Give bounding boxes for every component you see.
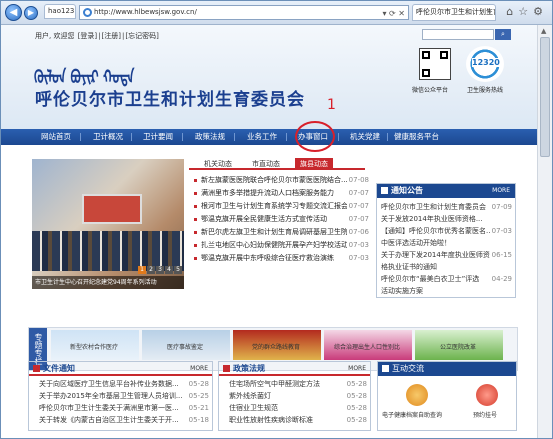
interact-header: 互动交流 xyxy=(378,362,516,376)
list-item[interactable]: 新左旗蒙医医院联合呼伦贝尔市蒙医医院结合... 07-08 xyxy=(189,174,369,187)
tab-city-news[interactable]: 市直动态 xyxy=(247,158,285,170)
page-tab[interactable]: 呼伦贝尔市卫生和计划生育... ✕ xyxy=(412,4,496,21)
list-item[interactable]: 格执业证书的通知 xyxy=(377,261,515,273)
site-title: 呼伦贝尔市卫生和计划生育委员会 xyxy=(35,90,305,110)
nav-business[interactable]: 业务工作 xyxy=(247,129,277,145)
site-header: 用户, 欢迎您 [登录]|[注册]|[忘记密码] ⌕ ᠬᠥᠯᠥᠨ ᠪᠤᠶᠢᠷ ᠬ… xyxy=(1,25,538,129)
browser-toolbar: ◀ ▶ hao123 http://www.hlbewsjsw.gov.cn/ … xyxy=(1,1,552,25)
list-item[interactable]: 关于向区域医疗卫生信息平台补传业务数据... 05-28 xyxy=(29,378,212,390)
web-page: 用户, 欢迎您 [登录]|[注册]|[忘记密码] ⌕ ᠬᠥᠯᠥᠨ ᠪᠤᠶᠢᠷ ᠬ… xyxy=(1,25,538,438)
slider-dot[interactable]: 4 xyxy=(165,266,173,274)
hotline-number: 12320 xyxy=(472,58,500,67)
close-tab-icon[interactable]: ✕ xyxy=(486,5,492,20)
vertical-scrollbar[interactable]: ▲ xyxy=(537,25,552,438)
browser-window: ◀ ▶ hao123 http://www.hlbewsjsw.gov.cn/ … xyxy=(0,0,553,439)
mongolian-title: ᠬᠥᠯᠥᠨ ᠪᠤᠶᠢᠷ ᠬᠣᠲᠠ xyxy=(34,67,135,89)
interact-panel: 互动交流 电子健康档案自助查询 预约挂号 xyxy=(377,361,517,431)
list-item[interactable]: 呼伦贝尔市卫生和计划生育委员会 07-09 xyxy=(377,201,515,213)
annotation-circle xyxy=(295,121,335,152)
list-item[interactable]: 鄂温克旗开展全民健康生活方式宣传活动 07-07 xyxy=(189,213,369,226)
nav-overview[interactable]: 卫计概况 xyxy=(93,129,123,145)
nav-health-platform[interactable]: 健康服务平台 xyxy=(394,129,439,145)
refresh-icon[interactable]: ▾ ⟳ ✕ xyxy=(382,7,405,20)
news-tabs: 机关动态 市直动态 旗县动态 xyxy=(189,158,365,170)
address-bar[interactable]: http://www.hlbewsjsw.gov.cn/ ▾ ⟳ ✕ xyxy=(79,5,409,20)
list-item[interactable]: 住宅场所空气中甲醛测定方法 05-28 xyxy=(219,378,370,390)
notice-header: 通知公告 MORE xyxy=(377,184,515,198)
nav-home[interactable]: 网站首页 xyxy=(41,129,71,145)
slider-dot[interactable]: 1 xyxy=(138,266,146,274)
user-greeting: 用户, 欢迎您 xyxy=(35,32,75,40)
hotline-caption: 卫生服务热线 xyxy=(467,87,504,94)
topic-caption: 综合治理出生人口性别比 xyxy=(333,344,400,351)
list-item[interactable]: 满洲里市多举措提升流动人口档案服务能力 07-07 xyxy=(189,187,369,200)
forward-icon[interactable]: ▶ xyxy=(24,6,38,20)
health-record-icon[interactable] xyxy=(406,384,428,406)
slide-image xyxy=(82,194,142,224)
interact-caption[interactable]: 电子健康档案自助查询 xyxy=(382,410,442,419)
docs-header: 文件通知 MORE xyxy=(29,362,212,376)
appointment-icon[interactable] xyxy=(476,384,498,406)
list-item[interactable]: 新巴尔虎左旗卫生和计划生育局调研基层卫生院 07-06 xyxy=(189,226,369,239)
list-item[interactable]: 呼伦贝尔市“最美白衣卫士”评选 04-29 xyxy=(377,273,515,285)
tab-county-news[interactable]: 旗县动态 xyxy=(295,158,333,170)
list-item[interactable]: 住宿业卫生规范 05-28 xyxy=(219,402,370,414)
scrollbar-thumb[interactable] xyxy=(540,37,550,157)
list-item[interactable]: 扎兰屯地区中心妇幼保健院开展孕产妇学校活动 07-03 xyxy=(189,239,369,252)
topic-caption: 医疗事故鉴定 xyxy=(166,344,203,351)
forgot-password-link[interactable]: [忘记密码] xyxy=(125,32,158,40)
login-link[interactable]: [登录] xyxy=(78,32,97,40)
news-slider[interactable]: 12345 市卫生计生中心召开纪念建党94周年系列活动 xyxy=(32,159,184,289)
docs-panel: 文件通知 MORE 关于向区域医疗卫生信息平台补传业务数据... 05-28 关于举… xyxy=(28,361,213,431)
list-item[interactable]: 关于转发《内蒙古自治区卫生计生委关于开... 05-18 xyxy=(29,414,212,426)
url-text: http://www.hlbewsjsw.gov.cn/ xyxy=(94,8,197,16)
list-item[interactable]: 中医评选活动开始啦！ xyxy=(377,237,515,249)
slider-dot[interactable]: 3 xyxy=(156,266,164,274)
scroll-up-icon[interactable]: ▲ xyxy=(541,27,546,35)
main-nav: 网站首页 卫计概况 卫计要闻 政策法规 业务工作 办事窗口 机关党建 健康服务平… xyxy=(1,129,538,145)
interact-caption[interactable]: 预约挂号 xyxy=(473,410,497,419)
favorites-tab[interactable]: hao123 xyxy=(44,4,76,19)
policy-more-link[interactable]: MORE xyxy=(348,362,366,376)
topic-caption: 党的群众路线教育 xyxy=(251,344,300,351)
notice-panel: 通知公告 MORE 呼伦贝尔市卫生和计划生育委员会 07-09 关于发放2014年执… xyxy=(376,183,516,298)
list-item[interactable]: 关于办理下发2014年度执业医师资... 06-15 xyxy=(377,249,515,261)
back-icon[interactable]: ◀ xyxy=(5,4,22,21)
list-item[interactable]: 根河市卫生与计划生育系统学习专题交流汇报会 07-07 xyxy=(189,200,369,213)
toolbar-icons[interactable]: ⌂☆⚙ xyxy=(506,5,548,18)
list-item[interactable]: 关于发放2014年执业医师资格... xyxy=(377,213,515,225)
topic-caption: 新型农村合作医疗 xyxy=(69,344,118,351)
page-tab-label: 呼伦贝尔市卫生和计划生育... xyxy=(416,8,495,16)
slider-dot[interactable]: 5 xyxy=(174,266,182,274)
tab-agency-news[interactable]: 机关动态 xyxy=(199,158,237,170)
ie-icon xyxy=(83,8,92,17)
list-item[interactable]: 【通知】呼伦贝尔市优秀名蒙医名... 07-03 xyxy=(377,225,515,237)
hotline-logo-icon: 12320 xyxy=(466,46,504,82)
nav-news[interactable]: 卫计要闻 xyxy=(143,129,173,145)
nav-policy[interactable]: 政策法规 xyxy=(195,129,225,145)
annotation-label: 1 xyxy=(327,97,336,113)
nav-party[interactable]: 机关党建 xyxy=(350,129,380,145)
slide-caption[interactable]: 市卫生计生中心召开纪念建党94周年系列活动 xyxy=(32,276,184,289)
news-list: 新左旗蒙医医院联合呼伦贝尔市蒙医医院结合... 07-08 满洲里市多举措提升流动… xyxy=(189,174,369,265)
slider-dots[interactable]: 12345 xyxy=(137,266,182,274)
policy-panel: 政策法规 MORE 住宅场所空气中甲醛测定方法 05-28 紫外线杀菌灯 05-28 … xyxy=(218,361,371,431)
notice-more-link[interactable]: MORE xyxy=(492,184,510,198)
list-item[interactable]: 活动实施方案 xyxy=(377,285,515,297)
wechat-caption: 微信公众平台 xyxy=(412,87,449,94)
slider-dot[interactable]: 2 xyxy=(147,266,155,274)
register-link[interactable]: [注册] xyxy=(102,32,121,40)
docs-more-link[interactable]: MORE xyxy=(190,362,208,376)
login-bar: 用户, 欢迎您 [登录]|[注册]|[忘记密码] xyxy=(35,32,159,40)
topic-caption: 公立医院改革 xyxy=(439,344,476,351)
search-input[interactable] xyxy=(422,29,494,40)
policy-header: 政策法规 MORE xyxy=(219,362,370,376)
search-button[interactable]: ⌕ xyxy=(495,29,511,40)
list-item[interactable]: 鄂温克旗开展中东呼吸综合征医疗救治演练 07-03 xyxy=(189,252,369,265)
list-item[interactable]: 关于举办2015年全市基层卫生管理人员培训... 05-25 xyxy=(29,390,212,402)
list-item[interactable]: 紫外线杀菌灯 05-28 xyxy=(219,390,370,402)
list-item[interactable]: 职业性放射性疾病诊断标准 05-28 xyxy=(219,414,370,426)
qr-code-icon xyxy=(419,48,451,80)
list-item[interactable]: 呼伦贝尔市卫生计生委关于满洲里市第一医... 05-21 xyxy=(29,402,212,414)
